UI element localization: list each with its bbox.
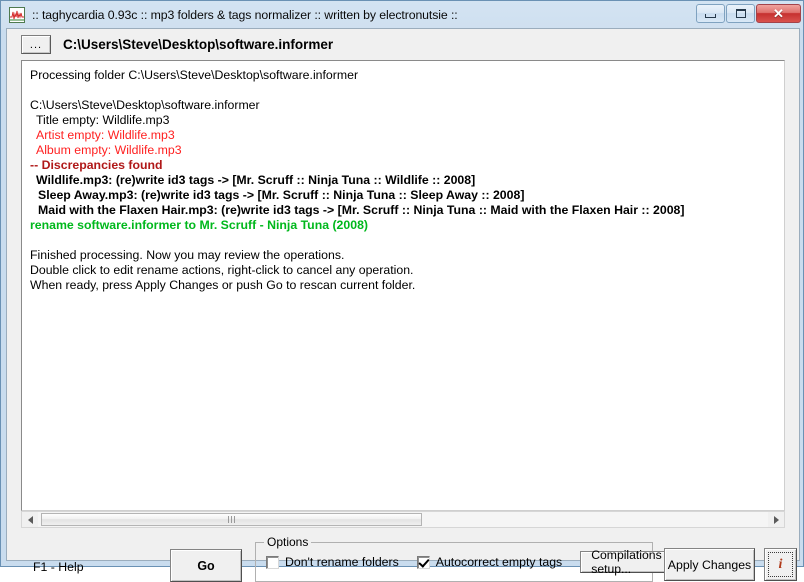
- close-button[interactable]: ✕: [756, 4, 801, 23]
- go-button[interactable]: Go: [170, 549, 242, 582]
- log-line[interactable]: Wildlife.mp3: (re)write id3 tags -> [Mr.…: [30, 173, 778, 188]
- scrollbar-track[interactable]: [38, 512, 768, 527]
- minimize-icon: [705, 14, 716, 18]
- log-line[interactable]: C:\Users\Steve\Desktop\software.informer: [30, 98, 778, 113]
- log-line[interactable]: Artist empty: Wildlife.mp3: [30, 128, 778, 143]
- close-icon: ✕: [773, 6, 784, 21]
- info-icon: i: [778, 556, 783, 572]
- log-line[interactable]: [30, 233, 778, 248]
- log-line[interactable]: -- Discrepancies found: [30, 158, 778, 173]
- log-line[interactable]: Maid with the Flaxen Hair.mp3: (re)write…: [30, 203, 778, 218]
- focus-rectangle: i: [768, 552, 793, 577]
- maximize-icon: [735, 9, 746, 18]
- log-line[interactable]: Processing folder C:\Users\Steve\Desktop…: [30, 68, 778, 83]
- path-bar: ... C:\Users\Steve\Desktop\software.info…: [7, 29, 799, 59]
- client-area: ... C:\Users\Steve\Desktop\software.info…: [6, 28, 800, 582]
- current-folder-path: C:\Users\Steve\Desktop\software.informer: [63, 36, 334, 52]
- scrollbar-thumb[interactable]: [41, 513, 422, 526]
- log-line[interactable]: Album empty: Wildlife.mp3: [30, 143, 778, 158]
- application-window: :: taghycardia 0.93c :: mp3 folders & ta…: [0, 0, 804, 582]
- caption-buttons: ✕: [696, 4, 801, 23]
- horizontal-scrollbar[interactable]: [21, 511, 785, 528]
- apply-changes-button[interactable]: Apply Changes: [664, 548, 755, 581]
- log-lines-container: Processing folder C:\Users\Steve\Desktop…: [22, 61, 784, 293]
- waveform-icon: [9, 6, 25, 23]
- compilations-setup-button[interactable]: Compilations setup...: [580, 548, 673, 576]
- scroll-left-arrow-icon[interactable]: [22, 512, 38, 527]
- log-line[interactable]: Finished processing. Now you may review …: [30, 248, 778, 263]
- options-groupbox: Options Don't rename folders Autocorrect…: [255, 535, 673, 582]
- log-line[interactable]: Title empty: Wildlife.mp3: [30, 113, 778, 128]
- log-line[interactable]: Sleep Away.mp3: (re)write id3 tags -> [M…: [30, 188, 778, 203]
- maximize-button[interactable]: [726, 4, 755, 23]
- scroll-right-arrow-icon[interactable]: [768, 512, 784, 527]
- log-line[interactable]: Double click to edit rename actions, rig…: [30, 263, 778, 278]
- scrollbar-grip-icon: [228, 516, 235, 523]
- window-title: :: taghycardia 0.93c :: mp3 folders & ta…: [32, 7, 458, 22]
- log-line[interactable]: [30, 83, 778, 98]
- help-hint-label: F1 - Help: [33, 560, 84, 574]
- minimize-button[interactable]: [696, 4, 725, 23]
- title-bar[interactable]: :: taghycardia 0.93c :: mp3 folders & ta…: [1, 1, 804, 28]
- log-output-panel[interactable]: Processing folder C:\Users\Steve\Desktop…: [21, 60, 785, 511]
- log-line[interactable]: rename software.informer to Mr. Scruff -…: [30, 218, 778, 233]
- bottom-toolbar: F1 - Help Go Options Don't rename folder…: [7, 531, 799, 582]
- browse-folder-button[interactable]: ...: [21, 34, 51, 54]
- options-row: Don't rename folders Autocorrect empty t…: [256, 543, 673, 581]
- log-line[interactable]: When ready, press Apply Changes or push …: [30, 278, 778, 293]
- info-button[interactable]: i: [764, 548, 797, 581]
